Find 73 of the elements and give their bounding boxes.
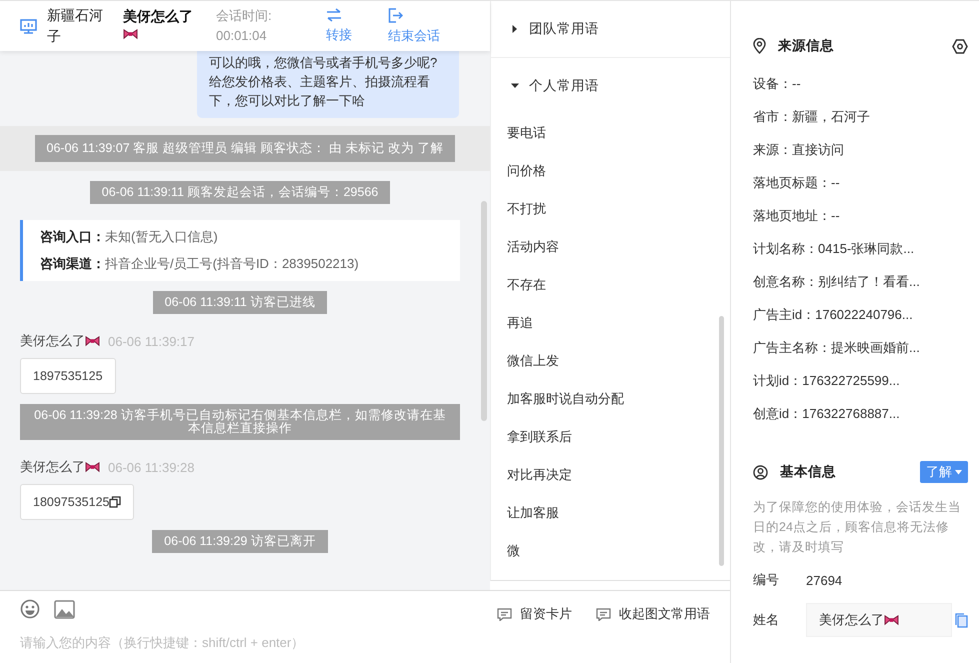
exit-icon	[388, 8, 403, 22]
message-icon	[596, 608, 611, 620]
agent-message-bubble: 可以的哦，您微信号或者手机号多少呢?给您发价格表、主题客片、拍摄流程看下，您可以对比了解一下哈	[197, 51, 459, 118]
system-notice: 06-06 11:39:11 顾客发起会话，会话编号：29566	[90, 181, 390, 204]
phrase-item[interactable]: 拿到联系后	[507, 418, 714, 456]
field-label: 姓名	[753, 611, 780, 629]
toolbar-button[interactable]: 收起图文常用语	[596, 605, 710, 623]
info-label: 咨询入口：	[40, 229, 105, 244]
field-value: 27694	[806, 572, 842, 588]
source-info-row-text: 来源：直接访问	[753, 141, 845, 159]
phrase-item[interactable]: 微信上发	[507, 342, 714, 380]
user-circle-icon	[753, 464, 768, 480]
visitor-name: 美伢怎么了	[20, 332, 85, 350]
location-pin-icon	[753, 38, 766, 54]
visitor-message-bubble: 1897535125	[20, 358, 116, 394]
swap-arrows-icon	[326, 8, 342, 22]
info-value: 抖音企业号/员工号(抖音号ID：2839502213)	[105, 256, 359, 271]
system-notice: 06-06 11:39:28 访客手机号已自动标记右侧基本信息栏，如需修改请在基本信息栏直接操作	[20, 404, 460, 440]
field-label: 编号	[753, 571, 780, 589]
source-info-row-text: 创意id：176322768887...	[753, 405, 901, 423]
phrase-item[interactable]: 再追	[507, 304, 714, 342]
ribbon-icon	[123, 28, 138, 41]
system-notice: 06-06 11:39:07 客服 超级管理员 编辑 顾客状态： 由 未标记 改为 了解	[34, 135, 456, 162]
phrase-item[interactable]: 要电话	[507, 114, 714, 152]
ribbon-icon	[85, 460, 100, 474]
visitor-name: 美伢怎么了	[123, 8, 193, 24]
message-time: 06-06 11:39:28	[108, 460, 194, 474]
section-title: 基本信息	[780, 463, 836, 481]
source-info-row-text: 广告主id：176022240796...	[753, 306, 914, 324]
caret-down-icon	[955, 470, 962, 474]
image-icon[interactable]	[54, 600, 75, 618]
monitor-icon	[20, 18, 37, 34]
notice-text: 为了保障您的使用体验，会话发生当日的24点之后，顾客信息将无法修改，请及时填写	[753, 499, 962, 556]
phrase-item[interactable]: 微	[507, 532, 714, 570]
source-info-row-text: 计划名称：0415-张琳同款...	[753, 240, 916, 258]
source-info-row-text: 省市：新疆，石河子	[753, 108, 871, 126]
visitor-message-bubble: 18097535125	[20, 484, 134, 520]
session-time-label: 会话时间:	[216, 7, 273, 25]
message-input-field[interactable]: 请输入您的内容（换行快捷键：shift/ctrl + enter）	[20, 635, 420, 650]
phrase-item[interactable]: 加客服时说自动分配	[507, 380, 714, 418]
phrase-group-title: 团队常用语	[529, 20, 599, 38]
phrase-item[interactable]: 活动内容	[507, 228, 714, 266]
message-icon	[497, 608, 512, 620]
phrase-item[interactable]: 对比再决定	[507, 456, 714, 494]
section-title: 来源信息	[778, 37, 834, 55]
source-info-row-text: 落地页地址：--	[753, 207, 841, 225]
phrase-item[interactable]: 问价格	[507, 152, 714, 190]
phrase-item[interactable]: 不存在	[507, 266, 714, 304]
source-info-row-text: 落地页标题：--	[753, 174, 841, 192]
scrollbar[interactable]	[481, 201, 487, 421]
system-notice: 06-06 11:39:11 访客已进线	[152, 291, 328, 314]
phrase-item[interactable]: 让加客服	[507, 494, 714, 532]
ribbon-icon	[85, 334, 100, 348]
visitor-location: 新疆石河子	[47, 6, 104, 46]
source-info-row-text: 设备：--	[753, 75, 802, 93]
visitor-name: 美伢怎么了	[20, 458, 85, 476]
name-input-field[interactable]: 美伢怎么了	[806, 603, 952, 637]
message-time: 06-06 11:39:17	[108, 334, 194, 348]
ribbon-icon	[884, 614, 899, 626]
source-info-row-text: 广告主名称：提米映画婚前...	[753, 339, 921, 357]
phrase-item[interactable]: 不打扰	[507, 190, 714, 228]
smiley-icon[interactable]	[20, 599, 40, 619]
phrase-group-title: 个人常用语	[529, 77, 599, 95]
source-info-row-text: 计划id：176322725599...	[753, 372, 901, 390]
info-value: 未知(暂无入口信息)	[105, 229, 218, 244]
copy-icon[interactable]	[109, 496, 122, 508]
system-notice: 06-06 11:39:29 访客已离开	[152, 530, 328, 553]
session-time: 00:01:04	[216, 27, 268, 45]
source-info-row-text: 创意名称：别纠结了！看看...	[753, 273, 921, 291]
toolbar-button[interactable]: 留资卡片	[497, 605, 572, 623]
info-label: 咨询渠道：	[40, 256, 105, 271]
scrollbar[interactable]	[719, 316, 724, 566]
settings-icon[interactable]	[952, 38, 968, 54]
